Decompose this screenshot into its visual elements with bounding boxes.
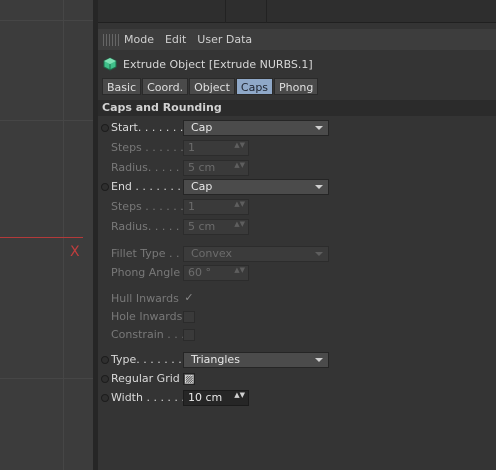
phong-angle-value: 60 ° [188,266,211,279]
end-dropdown[interactable]: Cap [183,179,329,195]
object-title-row: Extrude Object [Extrude NURBS.1] [103,55,313,73]
type-label: Type. . . . . . . . [111,353,189,366]
start-label: Start. . . . . . . . [111,121,191,134]
end-radius-row: Radius. . . . . . 5 cm ▲▼ [98,219,496,235]
start-steps-field: 1 ▲▼ [183,140,249,156]
viewport-grid-line [0,378,93,379]
start-dropdown[interactable]: Cap [183,120,329,136]
hole-inwards-label: Hole Inwards [111,310,183,323]
phong-angle-field: 60 ° ▲▼ [183,265,249,281]
menu-edit[interactable]: Edit [165,33,186,46]
type-dropdown[interactable]: Triangles [183,352,329,368]
extrude-object-icon [103,57,117,71]
viewport-grid-line [63,0,64,470]
regular-grid-checkbox[interactable]: ▨ [183,373,195,385]
tab-bar: Basic Coord. Object Caps Phong [102,78,319,95]
menu-bar: Mode Edit User Data [98,29,496,50]
end-row: End . . . . . . . . Cap [98,179,496,195]
start-steps-label: Steps . . . . . . . [111,141,191,154]
hull-inwards-checkbox: ✓ [184,291,194,304]
end-radius-field: 5 cm ▲▼ [183,219,249,235]
end-steps-field: 1 ▲▼ [183,199,249,215]
end-steps-value: 1 [188,200,195,213]
grip-icon[interactable] [103,33,119,46]
tab-basic[interactable]: Basic [102,78,142,95]
end-label: End . . . . . . . . [111,180,188,193]
start-radius-row: Radius. . . . . . 5 cm ▲▼ [98,160,496,176]
start-steps-row: Steps . . . . . . . 1 ▲▼ [98,140,496,156]
hole-inwards-row: Hole Inwards [98,309,496,325]
tab-coord[interactable]: Coord. [142,78,189,95]
constrain-label: Constrain . . . [111,328,185,341]
start-value: Cap [191,121,213,134]
section-header: Caps and Rounding [98,100,496,116]
type-row: Type. . . . . . . . Triangles [98,352,496,368]
hull-inwards-row: Hull Inwards ✓ [98,291,496,307]
spinner-icon[interactable]: ▲▼ [234,392,245,399]
fillet-type-dropdown: Convex [183,246,329,262]
strip-cell [226,0,267,23]
spinner-icon: ▲▼ [234,220,245,228]
fillet-type-row: Fillet Type . . . Convex [98,246,496,262]
x-axis-label: X [70,244,80,260]
viewport[interactable]: X [0,0,93,470]
start-steps-value: 1 [188,141,195,154]
viewport-grid-line [0,120,93,121]
end-radius-value: 5 cm [188,220,216,233]
width-value: 10 cm [188,391,223,404]
start-radius-field: 5 cm ▲▼ [183,160,249,176]
x-axis-line [0,237,83,238]
fillet-type-value: Convex [191,247,232,260]
width-field[interactable]: 10 cm ▲▼ [183,390,249,406]
menu-user-data[interactable]: User Data [197,33,252,46]
constrain-checkbox [183,329,195,341]
animation-dot[interactable] [101,183,109,191]
end-radius-label: Radius. . . . . . [111,220,187,233]
end-value: Cap [191,180,213,193]
phong-angle-row: Phong Angle 60 ° ▲▼ [98,265,496,281]
spinner-icon: ▲▼ [234,200,245,208]
strip-cell [98,0,226,23]
width-row: Width . . . . . . 10 cm ▲▼ [98,390,496,406]
regular-grid-row: Regular Grid ▨ [98,371,496,387]
top-toolbar-strip [98,0,496,23]
start-radius-label: Radius. . . . . . [111,161,187,174]
animation-dot[interactable] [101,356,109,364]
spinner-icon: ▲▼ [234,141,245,149]
animation-dot[interactable] [101,375,109,383]
animation-dot[interactable] [101,394,109,402]
start-radius-value: 5 cm [188,161,216,174]
spinner-icon: ▲▼ [234,266,245,274]
tab-phong[interactable]: Phong [274,78,319,95]
start-row: Start. . . . . . . . Cap [98,120,496,136]
fillet-type-label: Fillet Type . . . [111,247,187,260]
hull-inwards-label: Hull Inwards [111,292,179,305]
animation-dot[interactable] [101,124,109,132]
viewport-grid-line [0,20,93,21]
end-steps-label: Steps . . . . . . . [111,200,191,213]
type-value: Triangles [191,353,240,366]
chevron-down-icon [315,252,323,256]
chevron-down-icon [315,358,323,362]
chevron-down-icon [315,126,323,130]
attribute-manager: Mode Edit User Data Extrude Object [Extr… [98,0,496,470]
phong-angle-label: Phong Angle [111,266,181,279]
tab-caps[interactable]: Caps [235,78,274,95]
width-label: Width . . . . . . [111,391,185,404]
regular-grid-label: Regular Grid [111,372,180,385]
tab-object[interactable]: Object [189,78,235,95]
chevron-down-icon [315,185,323,189]
end-steps-row: Steps . . . . . . . 1 ▲▼ [98,199,496,215]
spinner-icon: ▲▼ [234,161,245,169]
constrain-row: Constrain . . . [98,327,496,343]
hole-inwards-checkbox [183,311,195,323]
menu-mode[interactable]: Mode [124,33,154,46]
object-title: Extrude Object [Extrude NURBS.1] [123,57,313,71]
